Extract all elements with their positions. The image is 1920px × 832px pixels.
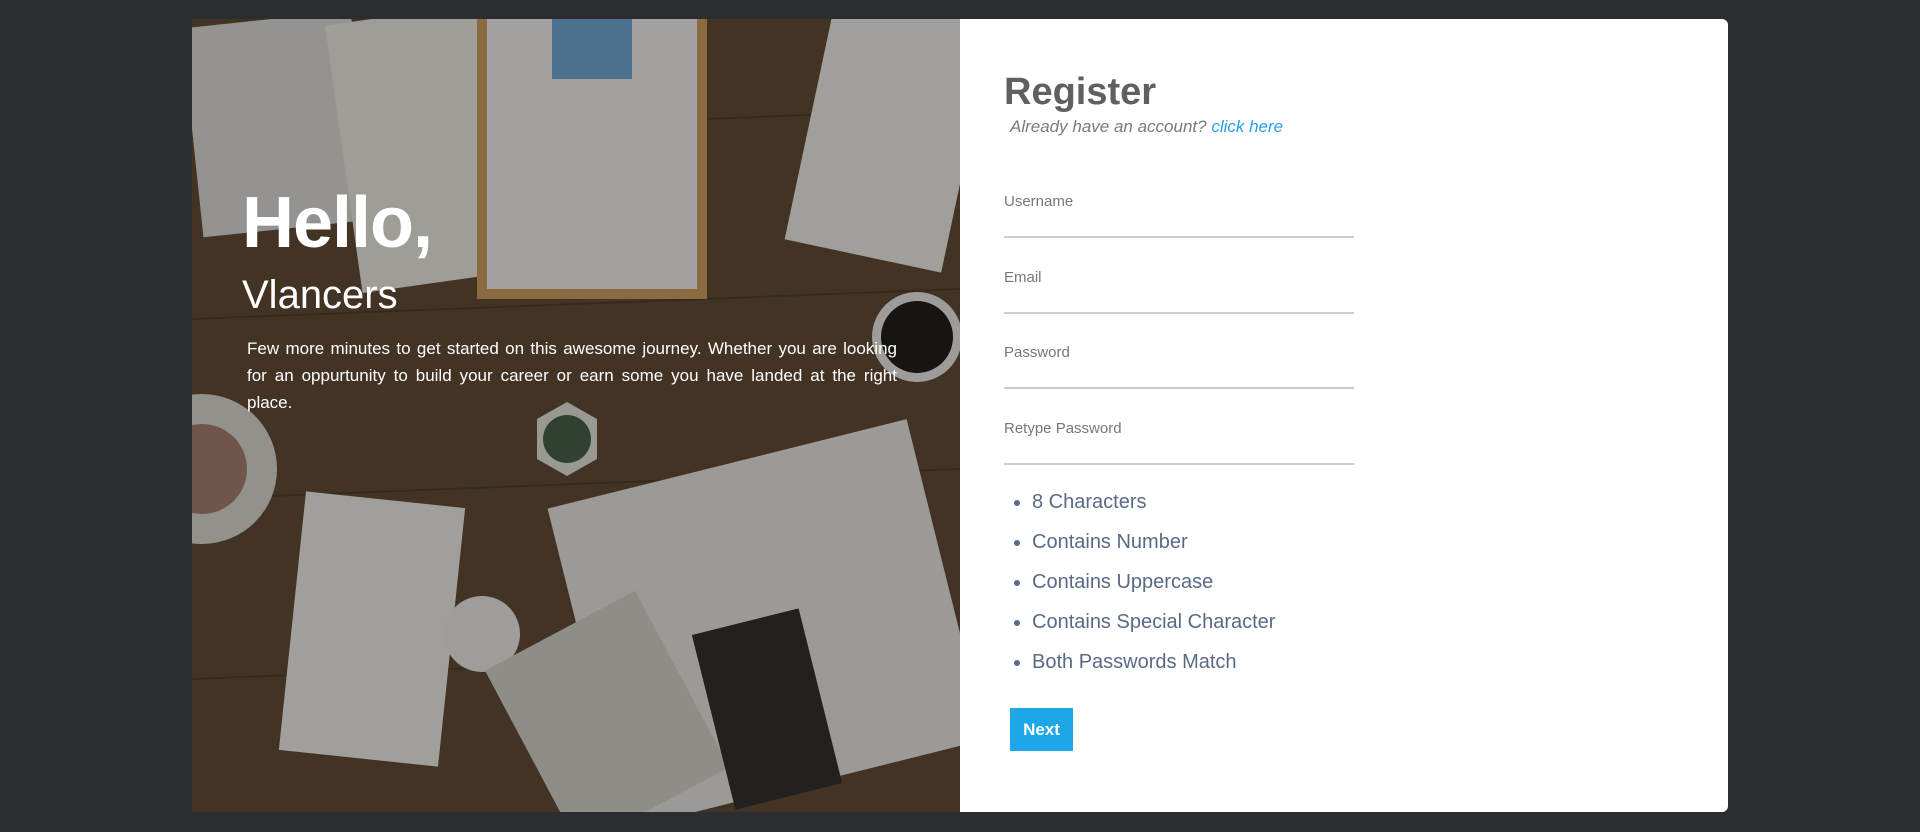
hero-panel: Hello, Vlancers Few more minutes to get … [192, 19, 960, 812]
password-field-group: Password [1004, 344, 1354, 389]
password-label: Password [1004, 344, 1070, 361]
rule-passwords-match: Both Passwords Match [1032, 642, 1275, 682]
hero-greeting: Hello, [242, 183, 433, 263]
register-card: Hello, Vlancers Few more minutes to get … [192, 19, 1728, 812]
retype-password-label: Retype Password [1004, 420, 1122, 437]
rule-number: Contains Number [1032, 522, 1275, 562]
login-prompt-text: Already have an account? [1010, 117, 1207, 136]
email-input[interactable] [1004, 286, 1354, 314]
username-field-group: Username [1004, 193, 1354, 238]
email-field-group: Email [1004, 269, 1354, 314]
register-form-panel: Register Already have an account? click … [960, 19, 1728, 812]
username-input[interactable] [1004, 210, 1354, 238]
hero-blurb: Few more minutes to get started on this … [247, 339, 897, 412]
page-title: Register [1004, 71, 1157, 113]
rule-uppercase: Contains Uppercase [1032, 562, 1275, 602]
username-label: Username [1004, 193, 1074, 210]
login-link[interactable]: click here [1211, 117, 1283, 136]
next-button[interactable]: Next [1010, 708, 1073, 751]
rule-length: 8 Characters [1032, 482, 1275, 522]
retype-password-field-group: Retype Password [1004, 420, 1354, 465]
rule-special-character: Contains Special Character [1032, 602, 1275, 642]
password-input[interactable] [1004, 361, 1354, 389]
email-label: Email [1004, 269, 1042, 286]
hero-text: Hello, Vlancers Few more minutes to get … [242, 187, 912, 416]
login-prompt: Already have an account? click here [1010, 117, 1283, 137]
retype-password-input[interactable] [1004, 437, 1354, 465]
password-rules-list: 8 Characters Contains Number Contains Up… [1032, 482, 1275, 682]
hero-brand: Vlancers [242, 273, 398, 317]
